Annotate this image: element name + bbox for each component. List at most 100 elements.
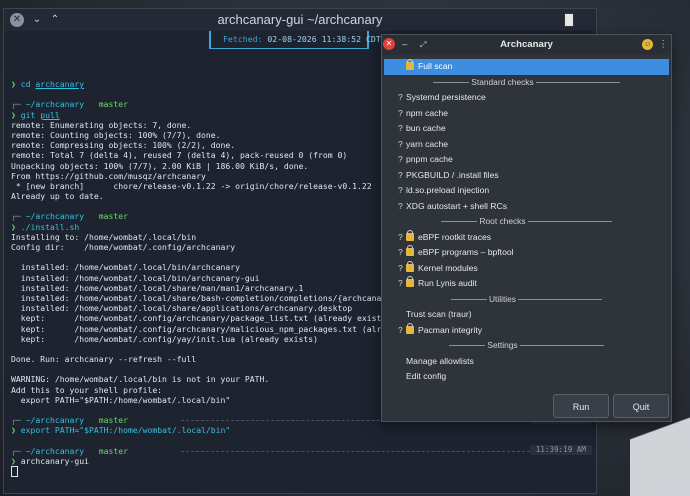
check-label: Run Lynis audit [418, 278, 477, 288]
command-name: cd [20, 79, 31, 89]
command-name: git [20, 109, 36, 120]
check-label: Pacman integrity [418, 324, 483, 335]
output-text: kept: /home/wombat/.config/archcanary/pa… [11, 313, 392, 324]
unknown-status-icon: ? [398, 231, 403, 242]
check-label: Manage allowlists [406, 355, 474, 366]
prompt-arrow: ❯ [11, 109, 21, 120]
terminal-line: ❯ export PATH="$PATH:/home/wombat/.local… [11, 425, 590, 435]
app-maximize-icon[interactable]: ⤢ [420, 35, 426, 55]
section-label: Root checks [477, 216, 528, 226]
check-list[interactable]: Full scan Standard checks ? Systemd persi… [382, 59, 671, 395]
separator-line [432, 81, 469, 83]
prompt-dir: ~/archcanary [20, 99, 89, 110]
output-text: Add this to your shell profile: [11, 384, 163, 395]
prompt-corner: ┌─ [11, 445, 21, 456]
check-item[interactable]: Trust scan (traur) [382, 307, 671, 323]
section-label: Utilities [486, 293, 519, 304]
output-text: remote: Counting objects: 100% (7/7), do… [11, 129, 221, 140]
run-button[interactable]: Run [553, 394, 609, 418]
lock-icon [406, 59, 414, 70]
check-item[interactable]: ? PKGBUILD / .install files [382, 168, 671, 184]
check-label: npm cache [406, 107, 449, 118]
app-titlebar: ✕ – ⤢ Archcanary ☺ ⋮ [382, 35, 671, 55]
lock-icon [406, 245, 414, 256]
check-label: yarn cache [406, 138, 449, 149]
check-label: Kernel modules [418, 262, 478, 273]
lock-icon [406, 322, 414, 334]
section-header: Root checks [382, 214, 671, 230]
separator-line [441, 221, 478, 223]
check-item[interactable]: ? npm cache [382, 106, 671, 122]
prompt-arrow: ❯ [11, 79, 21, 89]
check-item[interactable]: ? Kernel modules [382, 260, 671, 277]
output-text: remote: Enumerating objects: 7, done. [11, 119, 192, 130]
terminal-close-icon[interactable]: ✕ [10, 13, 24, 27]
command-arg: pull [40, 109, 60, 120]
check-label: eBPF programs – bpftool [418, 247, 514, 257]
check-item[interactable]: ? eBPF programs – bpftool [382, 245, 671, 261]
unknown-status-icon: ? [398, 154, 403, 164]
check-label: Full scan [418, 61, 453, 71]
output-text: WARNING: /home/wombat/.local/bin is not … [11, 374, 270, 385]
terminal-minimize-icon[interactable]: ⌄ [30, 13, 44, 27]
section-header: Settings [382, 338, 671, 354]
prompt-corner: ┌─ [11, 99, 21, 110]
check-item[interactable]: ? XDG autostart + shell RCs [382, 199, 671, 215]
check-item[interactable]: ? pnpm cache [382, 152, 671, 168]
terminal-line: ┌─ ~/archcanary master 11:39:19 AM [11, 444, 592, 456]
desktop-wallpaper-shape [630, 386, 690, 496]
output-text: Installing to: /home/wombat/.local/bin [11, 231, 197, 242]
section-header: Utilities [382, 292, 671, 308]
terminal-maximize-icon[interactable]: ⌃ [48, 13, 62, 27]
output-text: remote: Compressing objects: 100% (2/2),… [11, 140, 236, 151]
check-item[interactable]: Edit config [382, 369, 671, 385]
check-label: ld.so.preload injection [406, 185, 490, 195]
section-header: Standard checks [382, 75, 671, 91]
unknown-status-icon: ? [398, 138, 403, 149]
section-label: Settings [485, 340, 520, 350]
check-item[interactable]: ? bun cache [382, 121, 671, 137]
check-item[interactable]: Manage allowlists [382, 354, 671, 370]
command-name: ./install.sh [20, 221, 80, 232]
unknown-status-icon: ? [398, 123, 403, 133]
app-status-icon: ☺ [642, 39, 653, 50]
check-item[interactable]: ? ld.so.preload injection [382, 183, 671, 199]
unknown-status-icon: ? [398, 107, 403, 118]
separator-line [527, 221, 612, 223]
separator-line [519, 345, 604, 347]
check-item[interactable]: Full scan [384, 59, 669, 75]
prompt-dir: ~/archcanary [20, 211, 89, 222]
output-text: installed: /home/wombat/.local/share/man… [11, 282, 304, 293]
app-close-icon[interactable]: ✕ [383, 38, 395, 50]
check-label: Systemd persistence [406, 92, 486, 102]
check-label: Trust scan (traur) [406, 309, 472, 319]
output-text: installed: /home/wombat/.local/bin/archc… [11, 262, 241, 273]
separator-line [450, 298, 487, 300]
command-name: archcanary-gui [20, 455, 89, 466]
output-text: installed: /home/wombat/.local/share/bas… [11, 292, 431, 303]
check-item[interactable]: ? Pacman integrity [382, 322, 671, 339]
output-text: export PATH="$PATH:/home/wombat/.local/b… [11, 394, 231, 405]
unknown-status-icon: ? [398, 262, 403, 273]
archcanary-window[interactable]: ✕ – ⤢ Archcanary ☺ ⋮ Full scan Standard … [381, 34, 672, 422]
app-minimize-icon[interactable]: – [402, 35, 407, 55]
check-label: PKGBUILD / .install files [406, 169, 499, 180]
app-title: Archcanary [500, 39, 553, 50]
check-item[interactable]: ? Systemd persistence [382, 90, 671, 106]
prompt-time: 11:39:19 AM [529, 444, 592, 455]
check-item[interactable]: ? yarn cache [382, 137, 671, 153]
prompt-branch: master [88, 211, 128, 222]
check-item[interactable]: ? Run Lynis audit [382, 276, 671, 292]
unknown-status-icon: ? [398, 200, 403, 211]
unknown-status-icon: ? [398, 247, 403, 257]
check-label: pnpm cache [406, 154, 453, 164]
app-menu-icon[interactable]: ⋮ [658, 35, 668, 55]
prompt-dash-line [181, 450, 530, 452]
unknown-status-icon: ? [398, 278, 403, 288]
unknown-status-icon: ? [398, 92, 403, 102]
prompt-dir: ~/archcanary [20, 445, 89, 456]
check-label: Edit config [406, 371, 447, 381]
section-label: Standard checks [468, 76, 537, 87]
check-item[interactable]: ? eBPF rootkit traces [382, 229, 671, 246]
output-text: kept: /home/wombat/.config/archcanary/ma… [11, 323, 440, 334]
